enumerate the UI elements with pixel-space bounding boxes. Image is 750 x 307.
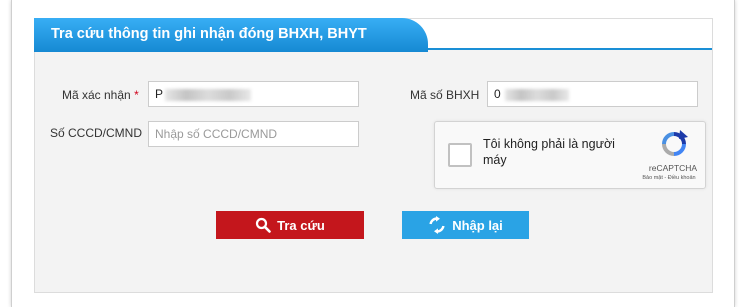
confirm-code-label: Mã xác nhận * <box>62 88 139 102</box>
bhxh-code-input[interactable]: 0 <box>487 81 698 107</box>
confirm-code-input[interactable]: P <box>148 81 359 107</box>
recaptcha-logo-icon <box>662 130 688 156</box>
recaptcha-widget: Tôi không phải là người máy reCAPTCHA Bả… <box>434 121 706 189</box>
recaptcha-brand: reCAPTCHA <box>648 163 698 173</box>
bhxh-code-label: Mã số BHXH <box>410 88 480 102</box>
recaptcha-label: Tôi không phải là người máy <box>483 137 615 167</box>
panel-title: Tra cứu thông tin ghi nhận đóng BHXH, BH… <box>34 18 428 52</box>
recaptcha-checkbox[interactable] <box>448 143 472 167</box>
redacted-value <box>504 88 569 101</box>
required-mark: * <box>134 88 139 102</box>
refresh-icon <box>429 216 445 234</box>
panel-header: Tra cứu thông tin ghi nhận đóng BHXH, BH… <box>34 18 712 52</box>
redacted-value <box>165 88 252 101</box>
bhxh-code-value: 0 <box>494 87 501 101</box>
search-button-label: Tra cứu <box>277 217 325 233</box>
cccd-input[interactable] <box>148 121 359 147</box>
search-button[interactable]: Tra cứu <box>216 211 364 239</box>
reset-button-label: Nhập lại <box>452 217 503 233</box>
confirm-code-value: P <box>155 87 164 101</box>
confirm-code-label-text: Mã xác nhận <box>62 88 131 102</box>
cccd-label: Số CCCD/CMND <box>50 126 143 140</box>
reset-button[interactable]: Nhập lại <box>402 211 529 239</box>
search-icon <box>256 217 271 233</box>
recaptcha-links[interactable]: Bảo mật - Điều khoản <box>633 175 705 181</box>
